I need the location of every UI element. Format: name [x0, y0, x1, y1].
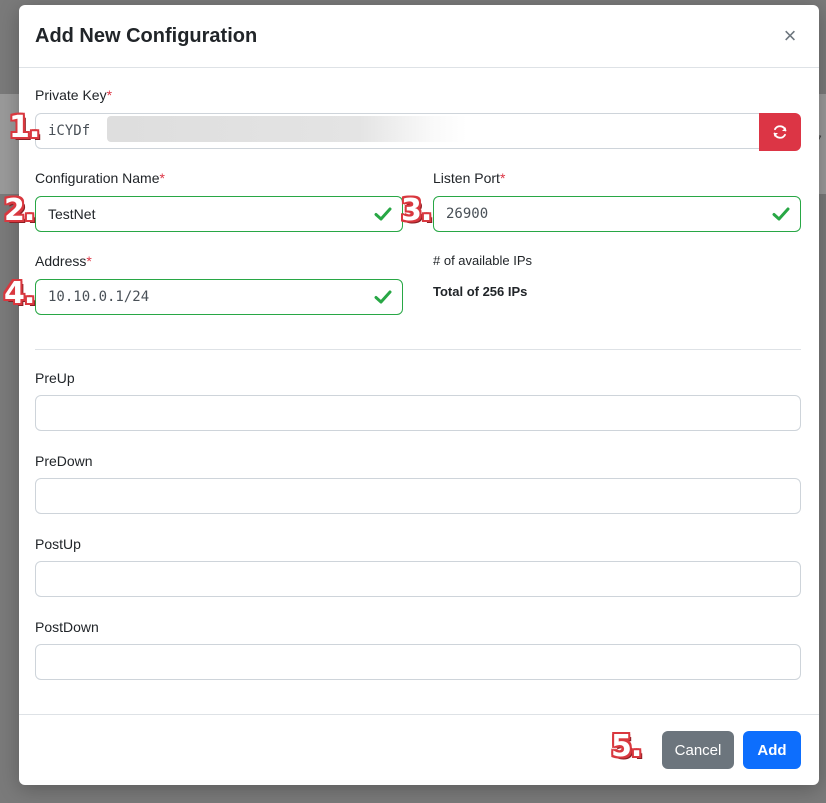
listen-port-input[interactable]: [433, 196, 801, 232]
address-label: Address*: [35, 253, 92, 269]
annotation-step-1: 1.: [9, 110, 40, 145]
modal-title: Add New Configuration: [35, 25, 258, 47]
redacted-key-blur: [107, 116, 467, 142]
configuration-name-label: Configuration Name*: [35, 170, 165, 186]
required-mark: *: [106, 87, 113, 103]
section-divider: [35, 349, 801, 350]
available-ips-label: # of available IPs: [433, 253, 533, 268]
add-button[interactable]: Add: [743, 731, 801, 769]
required-mark: *: [86, 253, 92, 269]
postdown-label: PostDown: [35, 619, 99, 635]
required-mark: *: [499, 170, 506, 186]
checkmark-icon: [772, 207, 790, 221]
private-key-label: Private Key*: [35, 87, 113, 103]
annotation-step-4: 4.: [4, 276, 35, 311]
postdown-input[interactable]: [35, 644, 801, 680]
available-ips-value: Total of 256 IPs: [433, 284, 528, 299]
checkmark-icon: [374, 290, 392, 304]
postup-label: PostUp: [35, 536, 81, 552]
predown-label: PreDown: [35, 453, 93, 469]
postup-input[interactable]: [35, 561, 801, 597]
configuration-name-input[interactable]: [35, 196, 403, 232]
modal-header: Add New Configuration ×: [19, 5, 819, 68]
preup-label: PreUp: [35, 370, 75, 386]
modal-footer-divider: [19, 714, 819, 715]
annotation-step-3: 3.: [401, 193, 432, 228]
preup-input[interactable]: [35, 395, 801, 431]
checkmark-icon: [374, 207, 392, 221]
add-configuration-modal: Add New Configuration × Private Key* Con…: [19, 5, 819, 785]
annotation-step-5: 5.: [611, 729, 642, 764]
regenerate-key-button[interactable]: [759, 113, 801, 151]
listen-port-label: Listen Port*: [433, 170, 506, 186]
annotation-step-2: 2.: [4, 193, 35, 228]
address-input[interactable]: [35, 279, 403, 315]
cancel-button[interactable]: Cancel: [662, 731, 734, 769]
close-icon[interactable]: ×: [781, 25, 799, 47]
refresh-icon: [773, 125, 787, 139]
required-mark: *: [159, 170, 165, 186]
predown-input[interactable]: [35, 478, 801, 514]
